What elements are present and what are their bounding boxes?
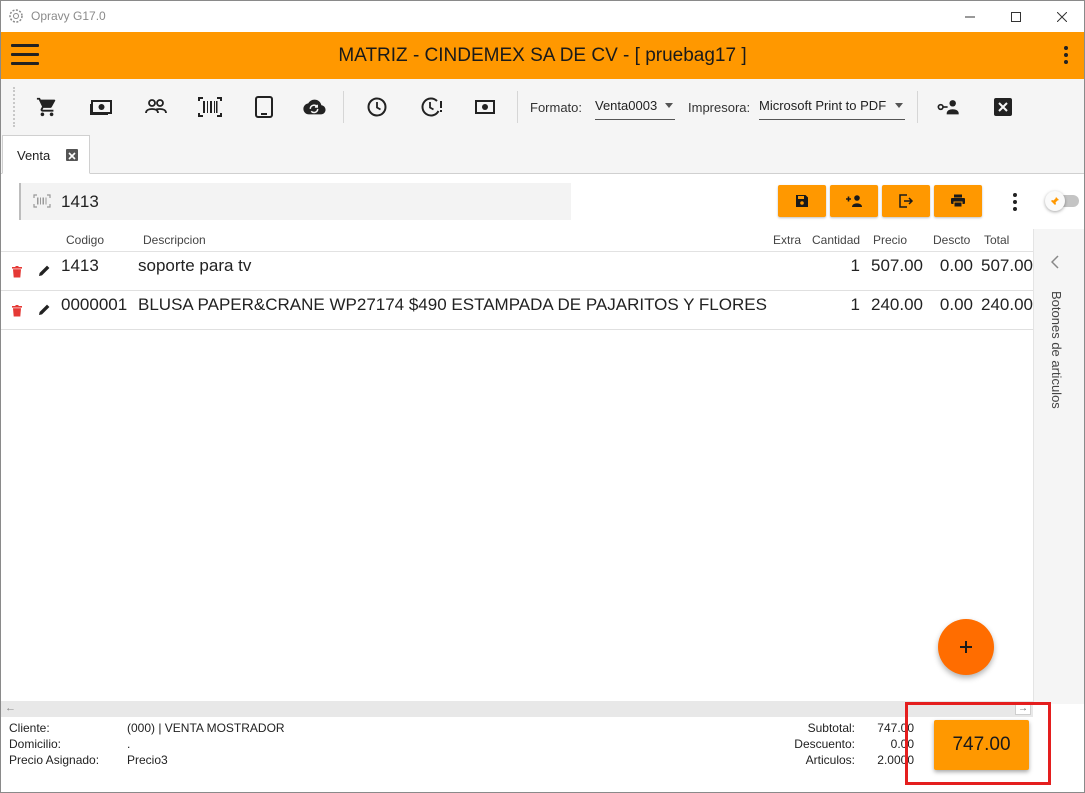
formato-label: Formato:: [530, 100, 583, 115]
cloud-sync-icon[interactable]: [302, 95, 326, 119]
tab-label: Venta: [17, 148, 51, 163]
column-header-extra[interactable]: Extra: [773, 233, 801, 247]
page-title: MATRIZ - CINDEMEX SA DE CV - [ pruebag17…: [338, 45, 747, 66]
cell-descto: 0.00: [939, 256, 973, 275]
column-header-cantidad[interactable]: Cantidad: [812, 233, 860, 247]
toolbar-separator: [917, 91, 918, 123]
barcode-icon[interactable]: [198, 95, 222, 119]
app-logo-icon: [9, 9, 23, 23]
subtotal-label: Subtotal:: [807, 721, 855, 735]
impresora-label: Impresora:: [688, 100, 751, 115]
minimize-button[interactable]: [947, 1, 993, 32]
toolbar-separator: [343, 91, 344, 123]
tab-close-icon[interactable]: [66, 149, 78, 161]
window-close-button[interactable]: [1039, 1, 1084, 32]
domicilio-label: Domicilio:: [9, 737, 62, 751]
pencil-icon[interactable]: [38, 303, 51, 316]
cell-precio: 507.00: [871, 256, 923, 275]
main-toolbar: Formato: Venta0003 Impresora: Microsoft …: [1, 79, 1084, 135]
add-user-icon: [846, 195, 862, 207]
cell-total: 507.00: [981, 256, 1033, 275]
save-button[interactable]: [778, 185, 826, 217]
side-panel-botones[interactable]: Botones de articulos: [1033, 229, 1084, 704]
table-row[interactable]: 0000001 BLUSA PAPER&CRANE WP27174 $490 E…: [1, 291, 1033, 330]
pin-toggle[interactable]: [1045, 191, 1079, 211]
domicilio-value: .: [127, 737, 131, 751]
cell-codigo: 1413: [61, 256, 99, 275]
scroll-left-icon[interactable]: ←: [5, 702, 16, 714]
minimize-icon: [965, 16, 975, 17]
cell-descripcion: soporte para tv: [138, 256, 252, 275]
clock-icon[interactable]: [365, 95, 389, 119]
add-customer-button[interactable]: [830, 185, 878, 217]
cliente-value: (000) | VENTA MOSTRADOR: [127, 721, 285, 735]
column-header-descto[interactable]: Descto: [933, 233, 970, 247]
cell-descripcion: BLUSA PAPER&CRANE WP27174 $490 ESTAMPADA…: [138, 295, 767, 314]
maximize-icon: [1011, 11, 1021, 22]
maximize-button[interactable]: [993, 1, 1039, 32]
precio-asignado-label: Precio Asignado:: [9, 753, 100, 767]
cart-icon[interactable]: [35, 95, 59, 119]
impresora-select[interactable]: Microsoft Print to PDF: [759, 98, 905, 120]
customers-icon[interactable]: [144, 95, 168, 119]
product-search: [19, 183, 571, 220]
close-box-icon[interactable]: [991, 95, 1015, 119]
column-header-descripcion[interactable]: Descripcion: [143, 233, 206, 247]
column-header-precio[interactable]: Precio: [873, 233, 907, 247]
chevron-left-icon[interactable]: [1051, 255, 1059, 269]
toolbar-separator: [517, 91, 518, 123]
header-more-icon[interactable]: [1064, 46, 1068, 67]
exit-icon: [899, 194, 914, 208]
cliente-label: Cliente:: [9, 721, 50, 735]
cell-total: 240.00: [981, 295, 1033, 314]
trash-icon[interactable]: [12, 266, 22, 278]
articulos-label: Articulos:: [805, 753, 855, 767]
column-header-codigo[interactable]: Codigo: [66, 233, 104, 247]
precio-asignado-value: Precio3: [127, 753, 168, 767]
title-bar: Opravy G17.0: [1, 1, 1084, 32]
clock-alert-icon[interactable]: [420, 95, 444, 119]
toolbar-grip[interactable]: [13, 87, 15, 127]
table-row[interactable]: 1413 soporte para tv 1 507.00 0.00 507.0…: [1, 252, 1033, 291]
more-options-icon[interactable]: [1013, 193, 1017, 214]
impresora-value: Microsoft Print to PDF: [759, 98, 887, 113]
cell-precio: 240.00: [871, 295, 923, 314]
highlight-box: [905, 702, 1051, 785]
trash-icon[interactable]: [12, 305, 22, 317]
window-close-icon: [1057, 11, 1067, 22]
cell-descto: 0.00: [939, 295, 973, 314]
pencil-icon[interactable]: [38, 264, 51, 277]
sales-table: Codigo Descripcion Extra Cantidad Precio…: [1, 229, 1033, 701]
print-button[interactable]: [934, 185, 982, 217]
tablet-icon[interactable]: [252, 95, 276, 119]
cash-icon[interactable]: [89, 95, 113, 119]
app-header: MATRIZ - CINDEMEX SA DE CV - [ pruebag17…: [1, 32, 1084, 79]
search-input[interactable]: [61, 190, 541, 214]
cell-cantidad: 1: [850, 295, 860, 314]
cell-codigo: 0000001: [61, 295, 128, 314]
key-user-icon[interactable]: [937, 95, 961, 119]
descuento-label: Descuento:: [794, 737, 855, 751]
chevron-down-icon: [895, 103, 903, 108]
column-header-total[interactable]: Total: [984, 233, 1009, 247]
cell-cantidad: 1: [850, 256, 860, 275]
chevron-down-icon: [665, 103, 673, 108]
formato-select[interactable]: Venta0003: [595, 98, 675, 120]
export-button[interactable]: [882, 185, 930, 217]
plus-icon: [960, 641, 972, 653]
save-icon: [796, 195, 808, 207]
side-panel-label: Botones de articulos: [1049, 291, 1064, 409]
money-icon[interactable]: [473, 95, 497, 119]
pin-icon: [1045, 191, 1065, 211]
app-window: Opravy G17.0 MATRIZ - CINDEMEX SA DE CV …: [0, 0, 1085, 793]
add-item-fab[interactable]: [938, 619, 994, 675]
tab-bar: Venta: [1, 135, 1084, 174]
horizontal-scrollbar[interactable]: ← →: [1, 701, 1033, 717]
tab-venta[interactable]: Venta: [2, 135, 90, 174]
window-title: Opravy G17.0: [31, 9, 106, 23]
formato-value: Venta0003: [595, 98, 658, 113]
printer-icon: [951, 194, 965, 208]
barcode-scan-icon: [33, 194, 51, 208]
